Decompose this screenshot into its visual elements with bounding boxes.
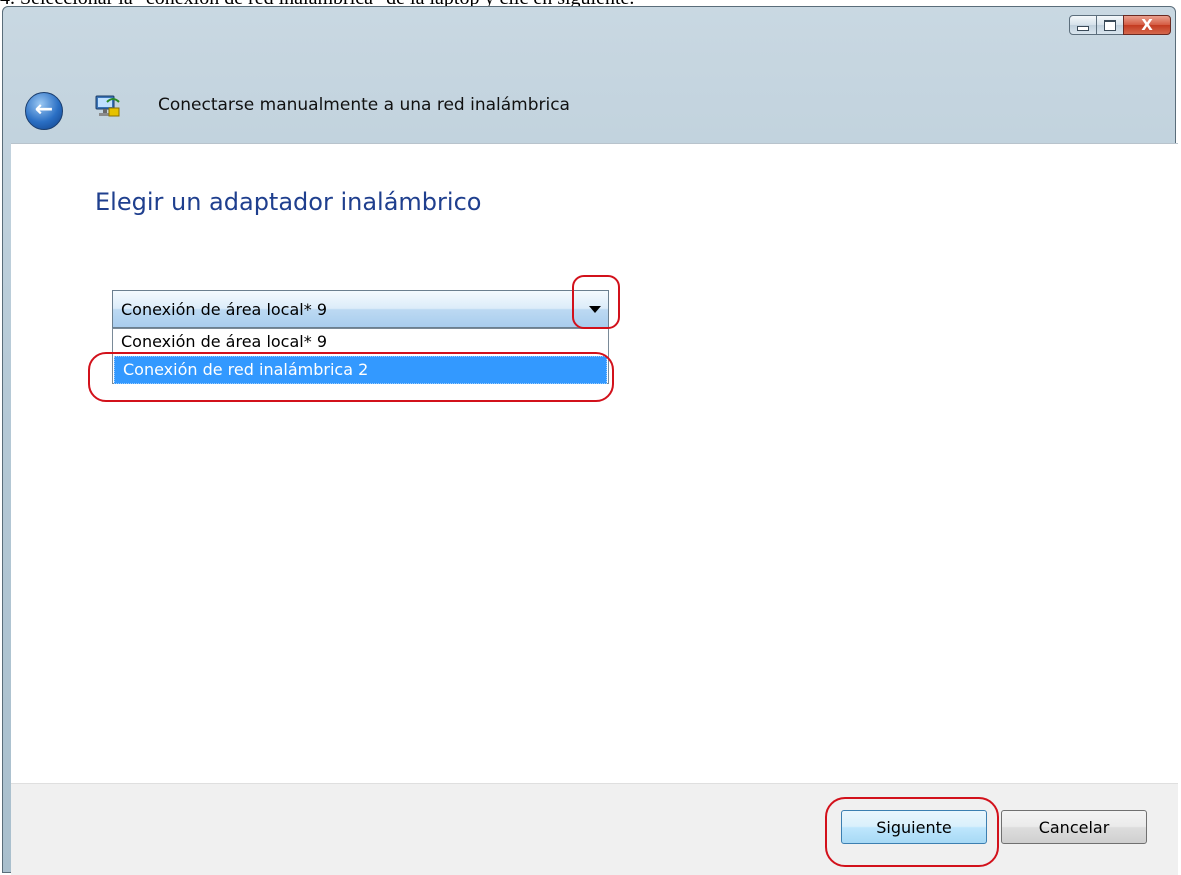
back-button[interactable]: ← (25, 92, 63, 130)
adapter-dropdown-list: Conexión de área local* 9 Conexión de re… (112, 328, 609, 384)
minimize-icon (1077, 25, 1089, 31)
close-icon: X (1141, 16, 1153, 34)
adapter-selected-value: Conexión de área local* 9 (121, 299, 327, 319)
dropdown-button[interactable] (582, 291, 608, 327)
window-title: Conectarse manualmente a una red inalámb… (158, 95, 570, 115)
close-button[interactable]: X (1123, 15, 1171, 35)
chevron-down-icon (589, 305, 601, 313)
content-area: Elegir un adaptador inalámbrico Conexión… (11, 143, 1178, 784)
back-arrow-icon: ← (34, 97, 54, 122)
network-adapter-icon (95, 95, 120, 117)
adapter-option-highlighted[interactable]: Conexión de red inalámbrica 2 (114, 356, 607, 384)
window-controls: X (1069, 15, 1171, 35)
minimize-button[interactable] (1069, 15, 1097, 35)
button-bar: Siguiente Cancelar (11, 783, 1178, 875)
next-button[interactable]: Siguiente (841, 810, 987, 844)
maximize-button[interactable] (1096, 15, 1124, 35)
page-heading: Elegir un adaptador inalámbrico (95, 188, 482, 216)
dialog-window: X ← Conectarse manualmente a una red ina… (2, 6, 1178, 875)
title-bar: X ← Conectarse manualmente a una red ina… (3, 7, 1175, 142)
adapter-option[interactable]: Conexión de área local* 9 (113, 329, 608, 355)
cancel-button[interactable]: Cancelar (1001, 810, 1147, 844)
maximize-icon (1104, 19, 1116, 31)
adapter-combobox[interactable]: Conexión de área local* 9 (112, 290, 609, 328)
